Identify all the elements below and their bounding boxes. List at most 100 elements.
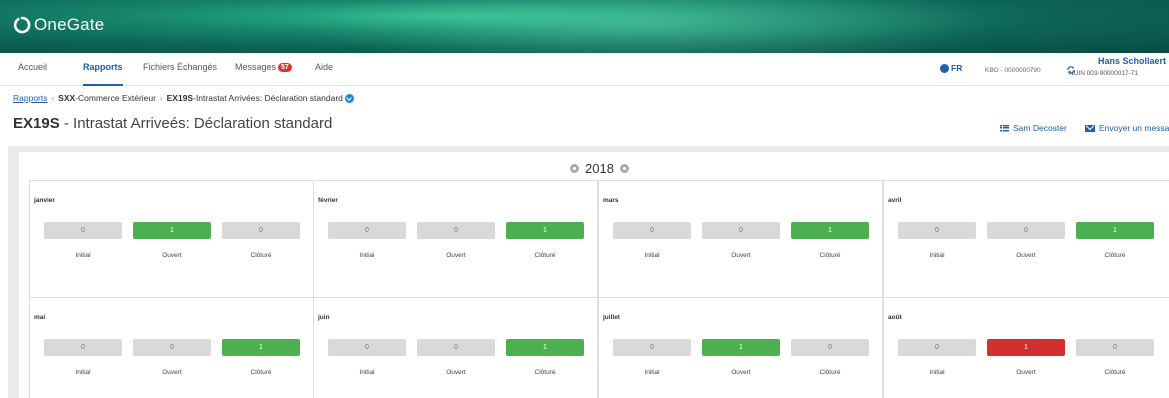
nav-item-label: Messages (235, 62, 277, 72)
month-name: mai (34, 314, 46, 321)
status-count-button[interactable]: 0 (133, 339, 211, 356)
status-label: Initial (929, 252, 945, 259)
nav-item-label: Aide (315, 62, 334, 72)
previous-year-icon[interactable] (570, 164, 579, 173)
status-count-button[interactable]: 1 (506, 339, 584, 356)
month-name: mars (603, 197, 619, 204)
month-grid: janvier 0 Initial 1 Ouvert 0 Clôturé février 0 In… (29, 180, 1169, 398)
breadcrumb-level2-label: -Intrastat Arrivées: Déclaration standar… (193, 93, 343, 103)
month-card: juin 0 Initial 0 Ouvert 1 Clôturé (313, 297, 598, 398)
status-count-button[interactable]: 0 (898, 339, 976, 356)
status-count-button[interactable]: 0 (898, 222, 976, 239)
month-card: juillet 0 Initial 1 Ouvert 0 Clôturé (598, 297, 883, 398)
status-label: Initial (644, 252, 660, 259)
month-card: avril 0 Initial 0 Ouvert 1 Clôturé (883, 180, 1169, 298)
status-count-button[interactable]: 0 (613, 222, 691, 239)
month-name: février (318, 197, 338, 204)
status-count-button[interactable]: 0 (987, 222, 1065, 239)
chevron-down-icon[interactable] (344, 93, 354, 103)
status-count-button[interactable]: 0 (44, 339, 122, 356)
nav-item-label: Accueil (18, 62, 48, 72)
nav-item-label: Rapports (83, 62, 123, 72)
status-label: Ouvert (731, 369, 751, 376)
send-message-button[interactable]: Envoyer un messa (1085, 123, 1169, 133)
next-year-icon[interactable] (619, 164, 629, 173)
status-label: Initial (929, 369, 945, 376)
onegate-logo-icon (13, 16, 31, 34)
user-name-link[interactable]: Hans Schollaert (1098, 56, 1166, 66)
status-label: Initial (359, 252, 375, 259)
status-label: Ouvert (731, 252, 751, 259)
app-logo-text: OneGate (34, 15, 105, 34)
nav-item-rapports[interactable]: Rapports (83, 62, 123, 86)
status-count-button[interactable]: 0 (417, 222, 495, 239)
breadcrumb-separator-icon: › (51, 93, 55, 103)
status-label: Clôturé (534, 252, 556, 259)
page-title-code: EX19S (13, 115, 60, 132)
status-label: Clôturé (250, 252, 272, 259)
status-count-button[interactable]: 0 (44, 222, 122, 239)
month-name: juin (318, 314, 330, 321)
status-count-button[interactable]: 0 (222, 222, 300, 239)
contact-person-button[interactable]: Sam Decoster (1000, 123, 1067, 133)
month-card: janvier 0 Initial 1 Ouvert 0 Clôturé (29, 180, 314, 298)
breadcrumb-level1-code: SXX (58, 93, 76, 103)
status-label: Clôturé (1104, 252, 1126, 259)
month-name: janvier (34, 197, 55, 204)
breadcrumb-rapports-link[interactable]: Rapports (13, 93, 48, 103)
page-title: EX19S - Intrastat Arriveés: Déclaration … (13, 115, 332, 132)
list-icon (1000, 124, 1009, 132)
nav-item-messages[interactable]: Messages 57 (235, 62, 292, 86)
status-count-button[interactable]: 1 (987, 339, 1065, 356)
status-count-button[interactable]: 1 (1076, 222, 1154, 239)
status-label: Initial (644, 369, 660, 376)
kbo-number: KBO - 0000000790 (985, 67, 1041, 74)
breadcrumb-separator-icon: › (159, 93, 163, 103)
nav-item-aide[interactable]: Aide (315, 62, 333, 86)
status-label: Ouvert (162, 369, 182, 376)
top-banner: OneGate (0, 0, 1169, 53)
status-count-button[interactable]: 1 (133, 222, 211, 239)
status-count-button[interactable]: 0 (1076, 339, 1154, 356)
year-label: 2018 (585, 161, 614, 176)
month-card: mai 0 Initial 0 Ouvert 1 Clôturé (29, 297, 314, 398)
month-card: août 0 Initial 1 Ouvert 0 Clôturé (883, 297, 1169, 398)
status-label: Initial (75, 369, 91, 376)
month-name: avril (888, 197, 902, 204)
status-count-button[interactable]: 0 (417, 339, 495, 356)
nav-item-fichiers-echanges[interactable]: Fichiers Échangés (143, 62, 217, 86)
main-navbar: Accueil Rapports Fichiers Échangés Messa… (0, 53, 1169, 86)
status-count-button[interactable]: 0 (328, 339, 406, 356)
language-selector[interactable]: FR (940, 63, 962, 73)
envelope-icon (1085, 124, 1095, 132)
globe-icon (940, 63, 949, 73)
status-count-button[interactable]: 0 (328, 222, 406, 239)
app-logo[interactable]: OneGate (13, 15, 104, 35)
month-name: août (888, 314, 902, 321)
status-label: Ouvert (162, 252, 182, 259)
send-message-label: Envoyer un messa (1099, 123, 1169, 133)
status-label: Clôturé (534, 369, 556, 376)
nav-item-label: Fichiers Échangés (143, 62, 218, 72)
nav-item-accueil[interactable]: Accueil (18, 62, 47, 86)
status-count-button[interactable]: 0 (613, 339, 691, 356)
month-card: février 0 Initial 0 Ouvert 1 Clôturé (313, 180, 598, 298)
breadcrumb-level2-code: EX19S (166, 93, 194, 103)
month-card: mars 0 Initial 0 Ouvert 1 Clôturé (598, 180, 883, 298)
breadcrumb-level1-label: -Commerce Extérieur (75, 93, 156, 103)
banner-glow (300, 0, 1000, 53)
status-label: Clôturé (250, 369, 272, 376)
status-label: Ouvert (1016, 252, 1036, 259)
status-count-button[interactable]: 1 (222, 339, 300, 356)
status-count-button[interactable]: 1 (791, 222, 869, 239)
status-count-button[interactable]: 1 (702, 339, 780, 356)
status-count-button[interactable]: 0 (702, 222, 780, 239)
status-label: Initial (75, 252, 91, 259)
status-label: Clôturé (819, 252, 841, 259)
status-count-button[interactable]: 0 (791, 339, 869, 356)
status-count-button[interactable]: 1 (506, 222, 584, 239)
status-label: Clôturé (819, 369, 841, 376)
status-label: Ouvert (1016, 369, 1036, 376)
status-label: Clôturé (1104, 369, 1126, 376)
user-nuin: NUIN 003-90000017-71 (1069, 70, 1139, 77)
